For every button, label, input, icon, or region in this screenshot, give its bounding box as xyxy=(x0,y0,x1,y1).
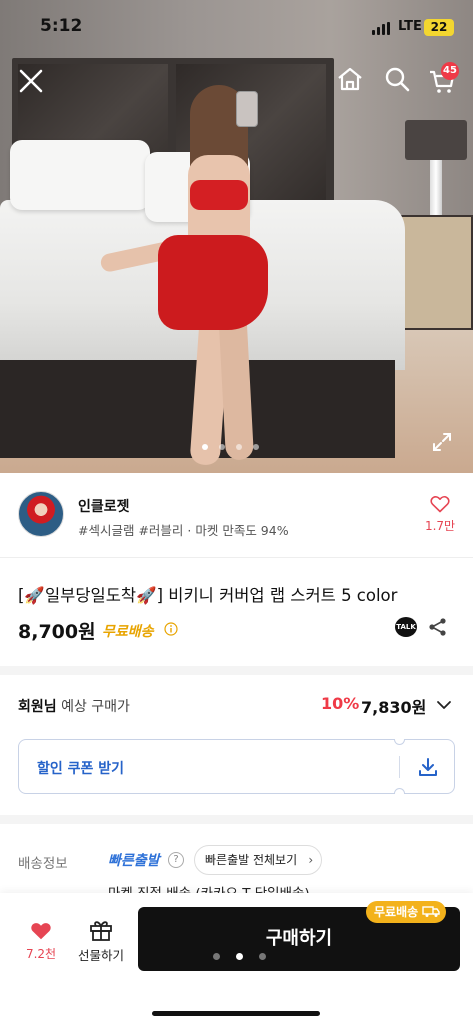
product-title: [🚀일부당일도착🚀] 비키니 커버업 랩 스커트 5 color xyxy=(18,586,398,605)
battery-icon: 22 xyxy=(424,19,454,36)
like-count: 7.2천 xyxy=(25,947,57,961)
like-button[interactable]: 7.2천 xyxy=(22,921,60,962)
seller-like-button[interactable]: 1.7만 xyxy=(420,495,460,534)
wrap-skirt xyxy=(158,235,268,330)
cart-badge: 45 xyxy=(441,62,459,80)
chevron-right-icon: › xyxy=(308,853,314,867)
section-divider xyxy=(0,666,473,675)
close-icon[interactable] xyxy=(18,68,44,94)
expand-icon[interactable] xyxy=(432,432,452,452)
section-divider xyxy=(0,815,473,824)
model xyxy=(99,85,280,470)
search-icon[interactable] xyxy=(384,66,410,92)
coupon-label: 할인 쿠폰 받기 xyxy=(37,761,125,777)
network-label: LTE xyxy=(398,19,422,34)
download-icon[interactable] xyxy=(417,756,439,778)
lamp-base xyxy=(430,160,442,218)
fast-dispatch-label: 빠른출발 xyxy=(108,853,160,869)
pillow xyxy=(10,140,150,210)
status-time: 5:12 xyxy=(40,16,83,36)
gallery-dot[interactable] xyxy=(219,444,225,450)
gift-button[interactable]: 선물하기 xyxy=(74,919,128,964)
member-price-row[interactable]: 회원님 예상 구매가 10% 7,830원 xyxy=(18,694,455,718)
free-shipping-badge: 무료배송 xyxy=(102,624,154,640)
product-price: 8,700원 xyxy=(18,621,96,643)
seller-avatar[interactable] xyxy=(18,491,64,537)
coupon-button[interactable]: 할인 쿠폰 받기 xyxy=(18,739,455,794)
member-price: 7,830원 xyxy=(361,698,427,717)
member-discount-rate: 10% xyxy=(321,694,360,713)
status-bar: 5:12 LTE 22 xyxy=(0,0,473,55)
model-phone xyxy=(236,91,258,127)
bottom-pager xyxy=(213,953,266,960)
share-icon[interactable] xyxy=(428,617,448,637)
coupon-separator xyxy=(399,756,400,778)
fast-dispatch-view-all-button[interactable]: 빠른출발 전체보기 › xyxy=(194,845,323,875)
heart-outline-icon xyxy=(430,496,450,513)
seller-name[interactable]: 인클로젯 xyxy=(78,496,130,516)
pager-dot xyxy=(259,953,266,960)
price-row: 8,700원 무료배송 TALK xyxy=(18,617,458,643)
shipping-row: 배송정보 빠른출발 ? 빠른출발 전체보기 › xyxy=(18,845,458,875)
bottom-action-bar: 7.2천 선물하기 구매하기 무료배송 xyxy=(0,893,473,1024)
seller-tags: #섹시글램 #러블리 · 마켓 만족도 94% xyxy=(78,523,289,538)
kakao-talk-icon[interactable]: TALK xyxy=(395,617,417,637)
coupon-notch xyxy=(394,788,405,794)
buy-free-shipping-badge: 무료배송 xyxy=(366,901,447,923)
lamp-shade xyxy=(405,120,467,160)
home-indicator[interactable] xyxy=(152,1011,320,1016)
pager-dot xyxy=(213,953,220,960)
seller-row[interactable]: 인클로젯 #섹시글램 #러블리 · 마켓 만족도 94% 1.7만 xyxy=(0,473,473,558)
member-price-label: 회원님 예상 구매가 xyxy=(18,699,130,715)
chevron-down-icon[interactable] xyxy=(436,698,452,712)
gallery-dot-active[interactable] xyxy=(202,444,208,450)
home-icon[interactable] xyxy=(336,66,364,92)
info-icon[interactable] xyxy=(164,622,178,636)
seller-like-count: 1.7만 xyxy=(424,519,456,533)
gallery-dot[interactable] xyxy=(253,444,259,450)
coupon-notch xyxy=(394,739,405,745)
pager-dot-active xyxy=(236,953,243,960)
gift-icon xyxy=(90,921,112,941)
signal-icon xyxy=(372,22,390,35)
heart-filled-icon xyxy=(31,923,51,940)
gallery-dot[interactable] xyxy=(236,444,242,450)
gallery-pagination xyxy=(202,444,259,450)
gift-label: 선물하기 xyxy=(77,948,124,963)
bikini-top xyxy=(190,180,248,210)
shipping-label: 배송정보 xyxy=(18,856,68,872)
truck-icon xyxy=(422,906,440,917)
help-icon[interactable]: ? xyxy=(168,852,184,868)
